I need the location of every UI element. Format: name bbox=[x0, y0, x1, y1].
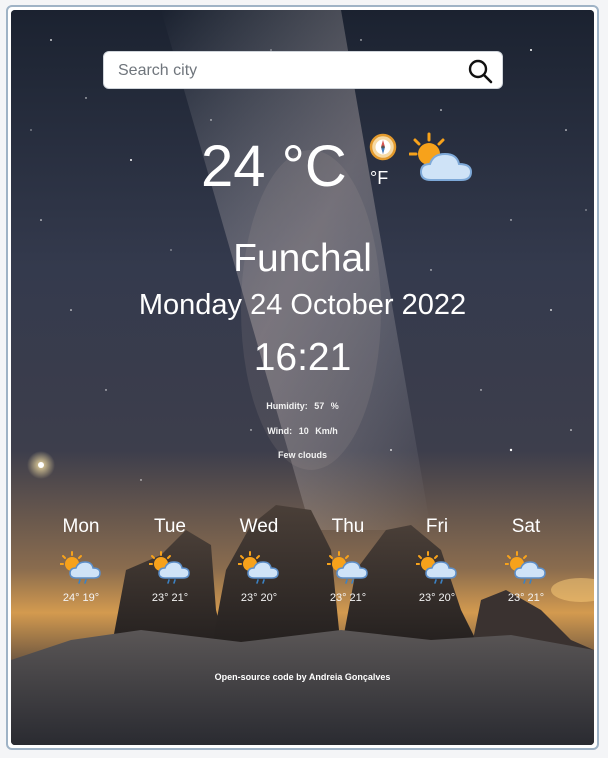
fahrenheit-toggle[interactable]: °F bbox=[370, 168, 388, 189]
forecast-day: Mon 24° 19° bbox=[41, 515, 121, 605]
sun-cloud-rain-icon bbox=[505, 551, 546, 584]
current-temperature: 24 °C bbox=[201, 132, 347, 202]
sun-cloud-rain-icon bbox=[327, 551, 368, 584]
sun-cloud-rain-icon bbox=[238, 551, 279, 584]
search-input[interactable] bbox=[116, 59, 450, 83]
forecast-temperatures: 23° 20° bbox=[418, 592, 456, 604]
humidity-label: Humidity: bbox=[266, 401, 308, 411]
sun-cloud-rain-icon bbox=[416, 551, 457, 584]
humidity-value: 57 bbox=[314, 401, 325, 411]
forecast-day-label: Wed bbox=[239, 516, 279, 537]
search-icon[interactable] bbox=[466, 57, 494, 85]
humidity-unit: % bbox=[330, 401, 339, 411]
weather-card: 24 °C °F bbox=[11, 10, 594, 745]
forecast-day-label: Mon bbox=[62, 516, 100, 537]
forecast-temperatures: 23° 21° bbox=[329, 592, 367, 604]
current-time: 16:21 bbox=[253, 336, 352, 379]
sun-behind-cloud-icon bbox=[408, 132, 477, 188]
wind-row: Wind: 10 Km/h bbox=[11, 424, 594, 438]
author-credit: by Andreia Gonçalves bbox=[296, 672, 391, 682]
forecast-day-label: Sat bbox=[511, 516, 541, 537]
forecast-day: Fri 23° 20° bbox=[397, 515, 477, 605]
humidity-row: Humidity: 57 % bbox=[11, 399, 594, 413]
forecast-temperatures: 23° 20° bbox=[240, 592, 278, 604]
forecast-day: Thu 23° 21° bbox=[308, 515, 388, 605]
compass-icon[interactable] bbox=[369, 133, 397, 161]
wind-label: Wind: bbox=[267, 426, 293, 436]
sun-cloud-rain-icon bbox=[149, 551, 190, 584]
weather-description: Few clouds bbox=[277, 450, 327, 460]
wind-value: 10 bbox=[298, 426, 309, 436]
forecast-day-label: Thu bbox=[331, 516, 365, 537]
forecast-day: Wed 23° 20° bbox=[219, 515, 299, 605]
forecast-temperatures: 23° 21° bbox=[151, 592, 189, 604]
forecast-day-label: Fri bbox=[425, 516, 449, 537]
app-window: 24 °C °F bbox=[6, 5, 599, 750]
wind-unit: Km/h bbox=[315, 426, 338, 436]
forecast-day-label: Tue bbox=[153, 516, 187, 537]
forecast-day: Tue 23° 21° bbox=[130, 515, 210, 605]
source-code-link[interactable]: Open-source code bbox=[215, 672, 294, 682]
forecast-temperatures: 23° 21° bbox=[507, 592, 545, 604]
celsius-unit: °C bbox=[281, 134, 347, 199]
temperature-value: 24 bbox=[201, 134, 266, 199]
forecast-day: Sat 23° 21° bbox=[486, 515, 566, 605]
footer-credit: Open-source code by Andreia Gonçalves bbox=[11, 672, 594, 682]
search-bar bbox=[103, 51, 503, 89]
forecast-temperatures: 24° 19° bbox=[62, 592, 100, 604]
city-name: Funchal bbox=[233, 237, 372, 280]
sun-cloud-rain-icon bbox=[60, 551, 101, 584]
current-date: Monday 24 October 2022 bbox=[138, 289, 467, 321]
